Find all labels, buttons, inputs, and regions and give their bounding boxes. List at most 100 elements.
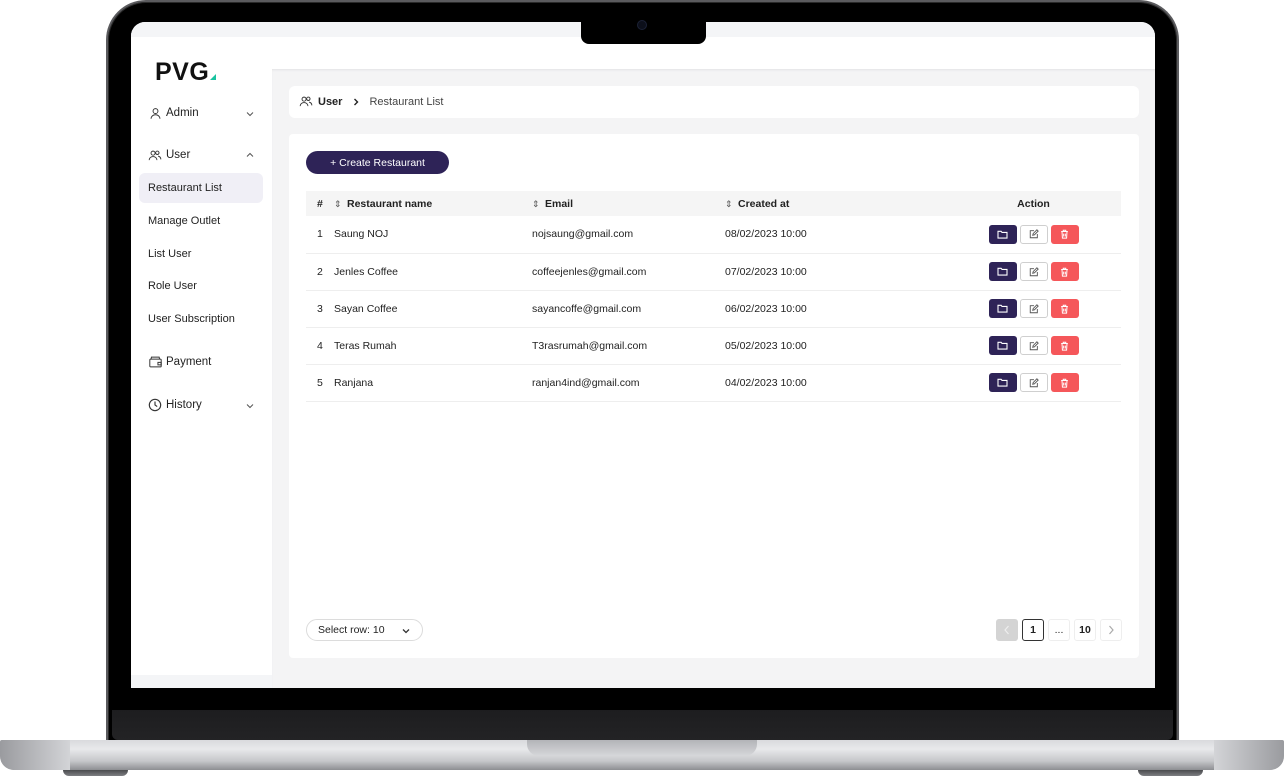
chevron-down-icon	[402, 627, 410, 635]
row-number: 4	[317, 339, 323, 352]
column-header-created-at[interactable]: ⇕ Created at	[725, 191, 946, 216]
restaurant-name: Saung NOJ	[334, 228, 389, 241]
created-at: 06/02/2023 10:00	[725, 302, 807, 315]
user-icon	[148, 106, 162, 120]
view-button[interactable]	[988, 262, 1017, 281]
create-restaurant-button[interactable]: + Create Restaurant	[306, 151, 449, 174]
sidebar-item-label: List User	[148, 248, 192, 260]
delete-button[interactable]	[1050, 262, 1079, 281]
edit-button[interactable]	[1019, 336, 1048, 355]
row-number: 5	[317, 376, 323, 389]
table-row: 4 Teras Rumah T3rasrumah@gmail.com 05/02…	[306, 327, 1121, 364]
created-at: 04/02/2023 10:00	[725, 376, 807, 389]
laptop-bezel-bottom	[112, 710, 1173, 740]
view-button[interactable]	[988, 224, 1017, 244]
table-row: 3 Sayan Coffee sayancoffe@gmail.com 06/0…	[306, 290, 1121, 327]
delete-button[interactable]	[1050, 336, 1079, 355]
restaurant-name: Teras Rumah	[334, 339, 397, 352]
sidebar-item-user-subscription[interactable]: User Subscription	[139, 304, 263, 334]
column-header-restaurant-name[interactable]: ⇕ Restaurant name	[334, 191, 532, 216]
logo-text: PVG	[155, 58, 210, 86]
delete-button[interactable]	[1050, 224, 1079, 244]
clock-icon	[148, 398, 162, 412]
logo-accent-icon	[210, 74, 217, 80]
page-button-current[interactable]: 1	[1022, 619, 1044, 641]
created-at: 07/02/2023 10:00	[725, 265, 807, 278]
users-icon	[148, 148, 162, 162]
restaurant-email: ranjan4ind@gmail.com	[532, 376, 640, 389]
page-button-last[interactable]: 10	[1074, 619, 1096, 641]
restaurant-email: nojsaung@gmail.com	[532, 228, 634, 241]
sidebar-item-role-user[interactable]: Role User	[139, 271, 263, 301]
header-area	[272, 37, 1155, 69]
restaurant-email: T3rasrumah@gmail.com	[532, 339, 648, 352]
sidebar-group-label: Payment	[166, 356, 212, 368]
delete-button[interactable]	[1050, 299, 1079, 318]
column-header-label: #	[317, 197, 323, 210]
sidebar-item-manage-outlet[interactable]: Manage Outlet	[139, 206, 263, 236]
folder-icon	[997, 341, 1008, 350]
column-header-label: Created at	[738, 197, 790, 210]
delete-button[interactable]	[1050, 373, 1079, 392]
sidebar-item-label: User Subscription	[148, 313, 235, 325]
sidebar-group-admin[interactable]: Admin	[131, 101, 272, 125]
edit-button[interactable]	[1019, 373, 1048, 392]
chevron-down-icon	[246, 402, 254, 410]
sidebar-group-history[interactable]: History	[131, 393, 272, 417]
view-button[interactable]	[988, 373, 1017, 392]
laptop-foot-right	[1138, 770, 1203, 776]
sort-icon[interactable]: ⇕	[725, 199, 733, 210]
column-header-label: Restaurant name	[347, 197, 433, 210]
column-header-email[interactable]: ⇕ Email	[532, 191, 725, 216]
edit-icon	[1029, 266, 1039, 276]
chevron-right-icon	[352, 98, 360, 106]
next-page-button[interactable]	[1100, 619, 1122, 641]
column-header-label: Email	[545, 197, 574, 210]
edit-icon	[1029, 340, 1039, 350]
sort-icon[interactable]: ⇕	[334, 199, 342, 210]
view-button[interactable]	[988, 299, 1017, 318]
chevron-right-icon	[1109, 625, 1114, 635]
table-row: 5 Ranjana ranjan4ind@gmail.com 04/02/202…	[306, 364, 1121, 401]
row-number: 1	[317, 228, 323, 241]
column-header-action: Action	[946, 191, 1121, 216]
chevron-left-icon	[1004, 625, 1009, 635]
breadcrumb: User Restaurant List	[289, 86, 1139, 118]
select-row-dropdown[interactable]: Select row: 10	[306, 619, 423, 641]
restaurant-table: # ⇕ Restaurant name ⇕ Email ⇕ Created at Ac…	[306, 191, 1121, 402]
breadcrumb-parent-link[interactable]: User	[318, 96, 342, 108]
row-number: 3	[317, 302, 323, 315]
logo[interactable]: PVG	[155, 58, 217, 87]
laptop-foot-left	[63, 770, 128, 776]
folder-icon	[997, 378, 1008, 387]
edit-button[interactable]	[1019, 224, 1048, 244]
sidebar-item-list-user[interactable]: List User	[139, 239, 263, 269]
previous-page-button[interactable]	[996, 619, 1018, 641]
chevron-down-icon	[246, 110, 254, 118]
folder-icon	[997, 304, 1008, 313]
sidebar-group-payment[interactable]: Payment	[131, 350, 272, 374]
restaurant-name: Jenles Coffee	[334, 265, 399, 278]
sidebar-item-label: Role User	[148, 280, 197, 292]
sidebar: PVG Admin User Restaurant List Manage Ou…	[131, 37, 272, 675]
sort-icon[interactable]: ⇕	[532, 199, 540, 210]
sidebar-group-label: User	[166, 149, 191, 161]
edit-icon	[1029, 303, 1039, 313]
column-header-label: Action	[1017, 197, 1050, 210]
view-button[interactable]	[988, 336, 1017, 355]
trash-icon	[1061, 341, 1068, 351]
edit-icon	[1029, 229, 1039, 239]
pagination: 1 ... 10	[996, 619, 1122, 641]
sidebar-group-label: Admin	[166, 107, 199, 119]
sidebar-group-user[interactable]: User	[131, 143, 272, 167]
row-actions	[946, 364, 1121, 401]
breadcrumb-current: Restaurant List	[369, 96, 444, 108]
sidebar-item-restaurant-list[interactable]: Restaurant List	[139, 173, 263, 203]
users-icon	[299, 95, 313, 109]
select-row-value: Select row: 10	[318, 624, 385, 636]
edit-button[interactable]	[1019, 299, 1048, 318]
edit-button[interactable]	[1019, 262, 1048, 281]
edit-icon	[1029, 377, 1039, 387]
row-actions	[946, 327, 1121, 364]
table-row: 2 Jenles Coffee coffeejenles@gmail.com 0…	[306, 253, 1121, 290]
